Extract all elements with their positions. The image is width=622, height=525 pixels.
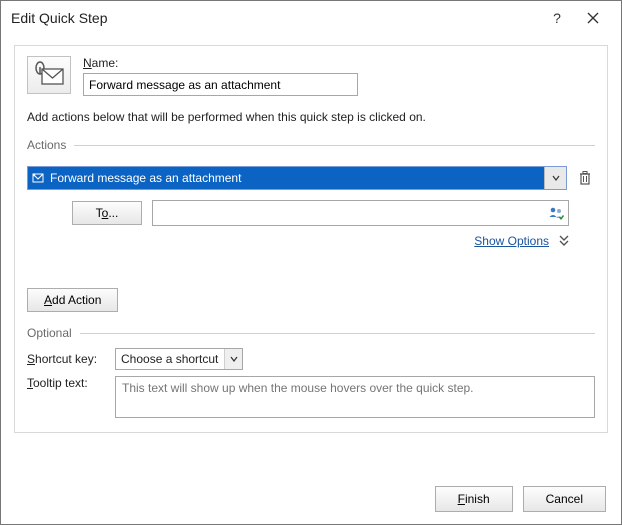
dialog-footer: Finish Cancel <box>435 486 606 512</box>
add-action-button[interactable]: Add Action <box>27 288 118 312</box>
optional-heading-row: Optional <box>27 326 595 340</box>
optional-heading: Optional <box>27 326 72 340</box>
help-button[interactable]: ? <box>539 4 575 32</box>
to-input[interactable] <box>153 204 546 222</box>
action-dropdown[interactable]: Forward message as an attachment <box>27 166 567 190</box>
show-options-link[interactable]: Show Options <box>474 234 549 248</box>
window-title: Edit Quick Step <box>11 10 108 26</box>
delete-action-button[interactable] <box>575 166 595 190</box>
shortcut-dropdown[interactable]: Choose a shortcut <box>115 348 243 370</box>
tooltip-label: Tooltip text: <box>27 376 107 390</box>
shortcut-label: Shortcut key: <box>27 352 107 366</box>
tooltip-input[interactable] <box>115 376 595 418</box>
name-input[interactable] <box>83 73 358 96</box>
dialog-body: Name: Add actions below that will be per… <box>14 45 608 433</box>
titlebar: Edit Quick Step ? <box>1 1 621 35</box>
forward-attachment-icon <box>28 172 48 184</box>
actions-heading: Actions <box>27 138 66 152</box>
finish-button[interactable]: Finish <box>435 486 513 512</box>
name-label: Name: <box>83 56 595 70</box>
chevron-down-icon <box>544 167 566 189</box>
action-dropdown-label: Forward message as an attachment <box>48 171 544 185</box>
chevron-down-icon <box>224 349 242 369</box>
to-field-wrap <box>152 200 569 226</box>
to-button[interactable]: To... <box>72 201 142 225</box>
cancel-button[interactable]: Cancel <box>523 486 606 512</box>
shortcut-value: Choose a shortcut <box>121 352 224 366</box>
instruction-text: Add actions below that will be performed… <box>27 110 595 124</box>
address-book-icon[interactable] <box>546 205 566 221</box>
quickstep-envelope-icon <box>27 56 71 94</box>
actions-heading-row: Actions <box>27 138 595 152</box>
close-button[interactable] <box>575 4 611 32</box>
expand-down-icon[interactable] <box>559 235 569 247</box>
